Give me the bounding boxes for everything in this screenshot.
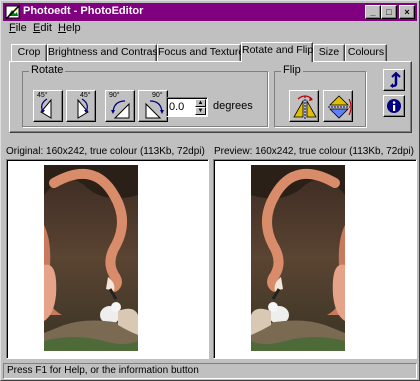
tab-strip: Crop Brightness and Contrast Focus and T… — [9, 42, 409, 62]
angle-down-button[interactable]: ▼ — [195, 107, 206, 115]
flip-horizontal-button[interactable] — [289, 90, 319, 122]
window-title: Photoedt - PhotoEditor — [23, 5, 144, 17]
rotate-45-right-button[interactable]: 45° — [66, 90, 96, 122]
rotate-90-left-button[interactable]: 90° — [105, 90, 135, 122]
minimize-button[interactable]: _ — [365, 5, 381, 19]
rotate-45-left-button[interactable]: 45° — [33, 90, 63, 122]
preview-caption: Preview: 160x242, true colour (113Kb, 72… — [214, 146, 414, 157]
flip-group-label: Flip — [281, 64, 303, 76]
tab-crop[interactable]: Crop — [11, 44, 47, 61]
undo-icon — [390, 72, 401, 88]
angle-up-button[interactable]: ▲ — [195, 99, 206, 107]
original-caption: Original: 160x242, true colour (113Kb, 7… — [6, 146, 205, 157]
rotate-flip-panel: Rotate 45° 45° 90° 90° 0.0 ▲ ▼ degrees F… — [9, 61, 412, 133]
angle-input[interactable] — [169, 100, 195, 114]
tab-focus-texture[interactable]: Focus and Texture — [157, 44, 244, 61]
original-image-box — [6, 159, 209, 359]
preview-photo — [251, 165, 345, 351]
tab-brightness-contrast[interactable]: Brightness and Contrast — [47, 44, 161, 61]
flip-vertical-icon — [328, 95, 352, 119]
flip-group: Flip — [274, 64, 366, 127]
tab-rotate-flip[interactable]: Rotate and Flip — [241, 42, 313, 62]
app-icon — [5, 4, 21, 20]
menu-bar: File Edit Help — [3, 21, 417, 37]
flip-horizontal-icon — [293, 95, 317, 119]
original-photo — [44, 165, 138, 351]
menu-edit[interactable]: Edit — [33, 22, 52, 34]
info-button[interactable] — [383, 95, 405, 117]
info-icon — [387, 99, 401, 113]
angle-spinbox[interactable]: ▲ ▼ — [166, 97, 208, 117]
flip-vertical-button[interactable] — [323, 90, 353, 122]
menu-file[interactable]: File — [9, 22, 27, 34]
rotate-group-label: Rotate — [29, 64, 66, 76]
title-bar[interactable]: Photoedt - PhotoEditor _ □ × — [3, 3, 417, 21]
menu-help[interactable]: Help — [58, 22, 81, 34]
rotate-90-left-icon — [111, 100, 130, 119]
tab-colours[interactable]: Colours — [345, 44, 387, 61]
status-text: Press F1 for Help, or the information bu… — [7, 365, 199, 376]
rotate-90-right-button[interactable]: 90° — [138, 90, 168, 122]
undo-button[interactable] — [383, 69, 405, 91]
preview-image-box — [213, 159, 417, 359]
degrees-label: degrees — [213, 100, 253, 112]
maximize-button[interactable]: □ — [381, 5, 397, 19]
status-bar: Press F1 for Help, or the information bu… — [3, 363, 417, 379]
rotate-group: Rotate 45° 45° 90° 90° 0.0 ▲ ▼ degrees — [22, 64, 268, 127]
close-button[interactable]: × — [399, 5, 415, 19]
tab-size[interactable]: Size — [313, 44, 345, 61]
rotate-45-right-icon — [77, 98, 89, 119]
photoeditor-window: Photoedt - PhotoEditor _ □ × File Edit H… — [0, 0, 420, 381]
rotate-90-right-icon — [145, 100, 164, 119]
rotate-45-left-icon — [40, 98, 52, 119]
